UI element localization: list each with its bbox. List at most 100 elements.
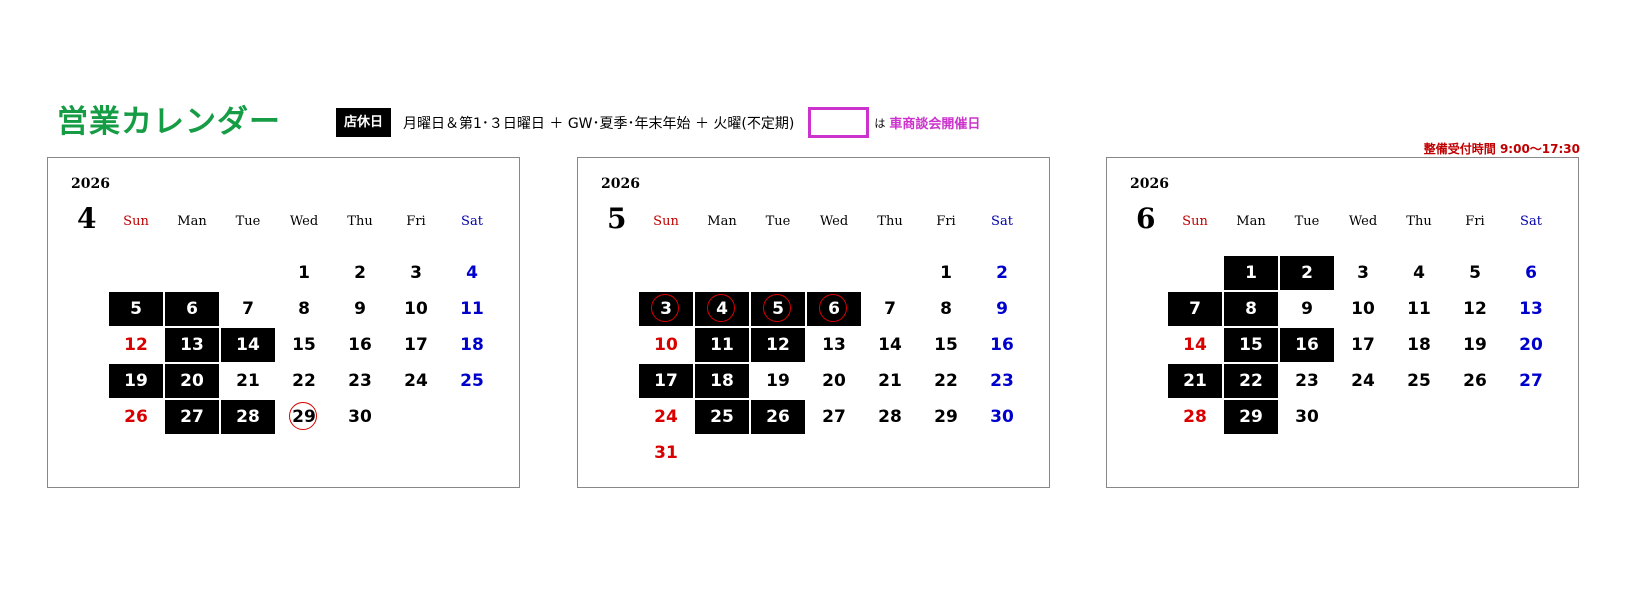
day-cell: 5 [1469,263,1481,283]
day-cell: 8 [298,299,310,319]
day-cell: 12 [124,335,148,355]
day-cell: 21 [878,371,902,391]
day-cell: 2 [1280,256,1334,290]
day-cell: 28 [1183,407,1207,427]
day-cell: 18 [695,364,749,398]
day-cell: 5 [751,292,805,326]
day-cell: 22 [1224,364,1278,398]
day-cell: 15 [1224,328,1278,362]
day-cell: 21 [236,371,260,391]
day-cell: 26 [124,407,148,427]
weekday-header-fri: Fri [936,214,956,229]
calendar-month: 6 [1136,202,1156,235]
day-cell: 20 [165,364,219,398]
day-cell: 13 [165,328,219,362]
calendar-year: 2026 [601,176,640,192]
day-cell: 4 [695,292,749,326]
weekday-header-thu: Thu [1406,214,1432,229]
event-particle: は [874,116,886,130]
day-cell: 7 [1168,292,1222,326]
day-cell: 5 [109,292,163,326]
day-cell: 19 [1463,335,1487,355]
event-day-label: 車商談会開催日 [889,117,981,132]
calendar-may: 2026 5 Sun Man Tue Wed Thu Fri Sat 1 2 3 4 5 6 7 8 9 10 1… [577,157,1050,488]
weekday-header-sun: Sun [123,214,149,229]
calendar-year: 2026 [1130,176,1169,192]
day-cell: 17 [1351,335,1375,355]
weekday-header-wed: Wed [289,214,319,229]
weekday-header-sun: Sun [653,214,679,229]
day-cell: 23 [990,371,1014,391]
day-cell: 19 [766,371,790,391]
day-cell: 11 [695,328,749,362]
day-cell: 2 [354,263,366,283]
weekday-header-tue: Tue [765,214,791,229]
page-title: 営業カレンダー [57,104,281,140]
weekday-header-wed: Wed [819,214,849,229]
day-cell: 9 [354,299,366,319]
day-cell: 23 [1295,371,1319,391]
weekday-header-man: Man [707,214,737,229]
day-cell: 14 [221,328,275,362]
weekday-header-tue: Tue [1294,214,1320,229]
day-cell: 22 [934,371,958,391]
day-cell: 6 [165,292,219,326]
day-cell: 3 [639,292,693,326]
day-cell: 8 [1224,292,1278,326]
day-cell: 29 [1224,400,1278,434]
day-cell: 27 [165,400,219,434]
day-cell: 14 [878,335,902,355]
day-cell: 12 [1463,299,1487,319]
day-cell: 23 [348,371,372,391]
event-day-swatch [808,107,870,138]
day-cell: 6 [1525,263,1537,283]
day-cell: 25 [460,371,484,391]
closed-day-rule: 月曜日＆第1･３日曜日 ＋ GW･夏季･年末年始 ＋ 火曜(不定期) [403,115,795,132]
weekday-header-fri: Fri [1465,214,1485,229]
day-cell: 25 [1407,371,1431,391]
day-cell: 17 [404,335,428,355]
calendar-month: 4 [77,202,97,235]
day-cell: 18 [1407,335,1431,355]
day-cell: 19 [109,364,163,398]
day-cell: 10 [1351,299,1375,319]
day-cell: 26 [1463,371,1487,391]
day-cell: 10 [404,299,428,319]
day-cell: 30 [990,407,1014,427]
day-cell: 12 [751,328,805,362]
day-cell: 3 [410,263,422,283]
day-cell: 1 [1224,256,1278,290]
day-cell: 25 [695,400,749,434]
closed-day-badge: 店休日 [336,108,392,137]
weekday-header-man: Man [1236,214,1266,229]
day-cell: 10 [654,335,678,355]
day-cell: 3 [1357,263,1369,283]
day-cell: 21 [1168,364,1222,398]
day-cell: 9 [1301,299,1313,319]
weekday-header-wed: Wed [1348,214,1378,229]
day-cell: 20 [1519,335,1543,355]
day-cell: 18 [460,335,484,355]
day-cell: 13 [822,335,846,355]
calendar-april: 2026 4 Sun Man Tue Wed Thu Fri Sat 1 2 3 4 5 6 7 8 9 10 1… [47,157,520,488]
day-cell: 16 [348,335,372,355]
day-cell: 11 [1407,299,1431,319]
day-cell: 29 [277,400,331,434]
day-cell: 2 [996,263,1008,283]
day-cell: 28 [221,400,275,434]
day-cell: 15 [934,335,958,355]
day-cell: 31 [654,443,678,463]
day-cell: 28 [878,407,902,427]
day-cell: 11 [460,299,484,319]
day-cell: 9 [996,299,1008,319]
day-cell: 16 [990,335,1014,355]
day-cell: 17 [639,364,693,398]
calendar-year: 2026 [71,176,110,192]
day-cell: 14 [1183,335,1207,355]
day-cell: 4 [466,263,478,283]
day-cell: 6 [807,292,861,326]
weekday-header-sat: Sat [991,214,1013,229]
day-cell: 27 [822,407,846,427]
calendar-month: 5 [607,202,627,235]
day-cell: 26 [751,400,805,434]
